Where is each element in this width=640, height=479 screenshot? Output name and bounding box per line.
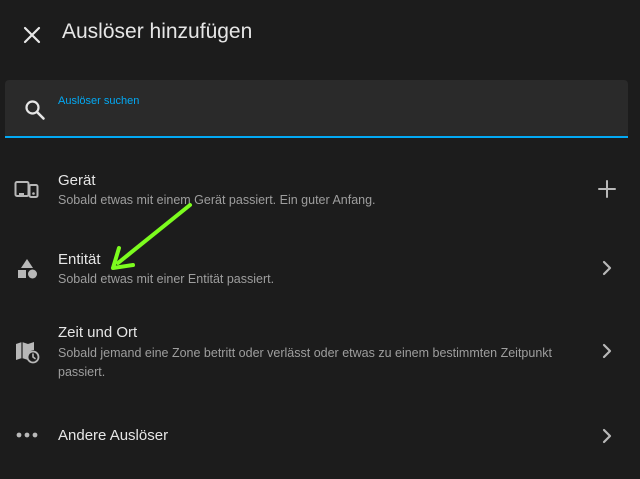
devices-icon bbox=[14, 177, 40, 203]
search-field[interactable]: Auslöser suchen bbox=[5, 80, 628, 138]
close-button[interactable] bbox=[16, 19, 48, 51]
dialog-title: Auslöser hinzufügen bbox=[62, 20, 253, 43]
map-clock-icon bbox=[14, 339, 40, 365]
plus-icon[interactable] bbox=[594, 176, 620, 202]
trigger-item-device[interactable]: Gerät Sobald etwas mit einem Gerät passi… bbox=[0, 160, 640, 222]
item-title: Gerät bbox=[58, 172, 96, 189]
chevron-right-icon[interactable] bbox=[594, 255, 620, 281]
trigger-item-time-location[interactable]: Zeit und Ort Sobald jemand eine Zone bet… bbox=[0, 314, 640, 394]
item-description: Sobald etwas mit einem Gerät passiert. E… bbox=[58, 193, 376, 207]
chevron-right-icon[interactable] bbox=[594, 423, 620, 449]
search-input[interactable] bbox=[58, 110, 598, 130]
search-icon bbox=[25, 100, 45, 120]
trigger-item-other[interactable]: Andere Auslöser bbox=[0, 412, 640, 460]
item-description: Sobald jemand eine Zone betritt oder ver… bbox=[58, 346, 553, 379]
item-title: Entität bbox=[58, 251, 101, 268]
chevron-right-icon[interactable] bbox=[594, 338, 620, 364]
shapes-icon bbox=[14, 256, 40, 282]
dots-horizontal-icon bbox=[14, 422, 40, 448]
item-description: Sobald etwas mit einer Entität passiert. bbox=[58, 272, 275, 286]
trigger-item-entity[interactable]: Entität Sobald etwas mit einer Entität p… bbox=[0, 239, 640, 301]
item-title: Andere Auslöser bbox=[58, 427, 169, 444]
dialog-header: Auslöser hinzufügen bbox=[0, 0, 640, 68]
search-label: Auslöser suchen bbox=[58, 95, 140, 107]
close-icon[interactable] bbox=[22, 25, 42, 45]
item-title: Zeit und Ort bbox=[58, 324, 138, 341]
